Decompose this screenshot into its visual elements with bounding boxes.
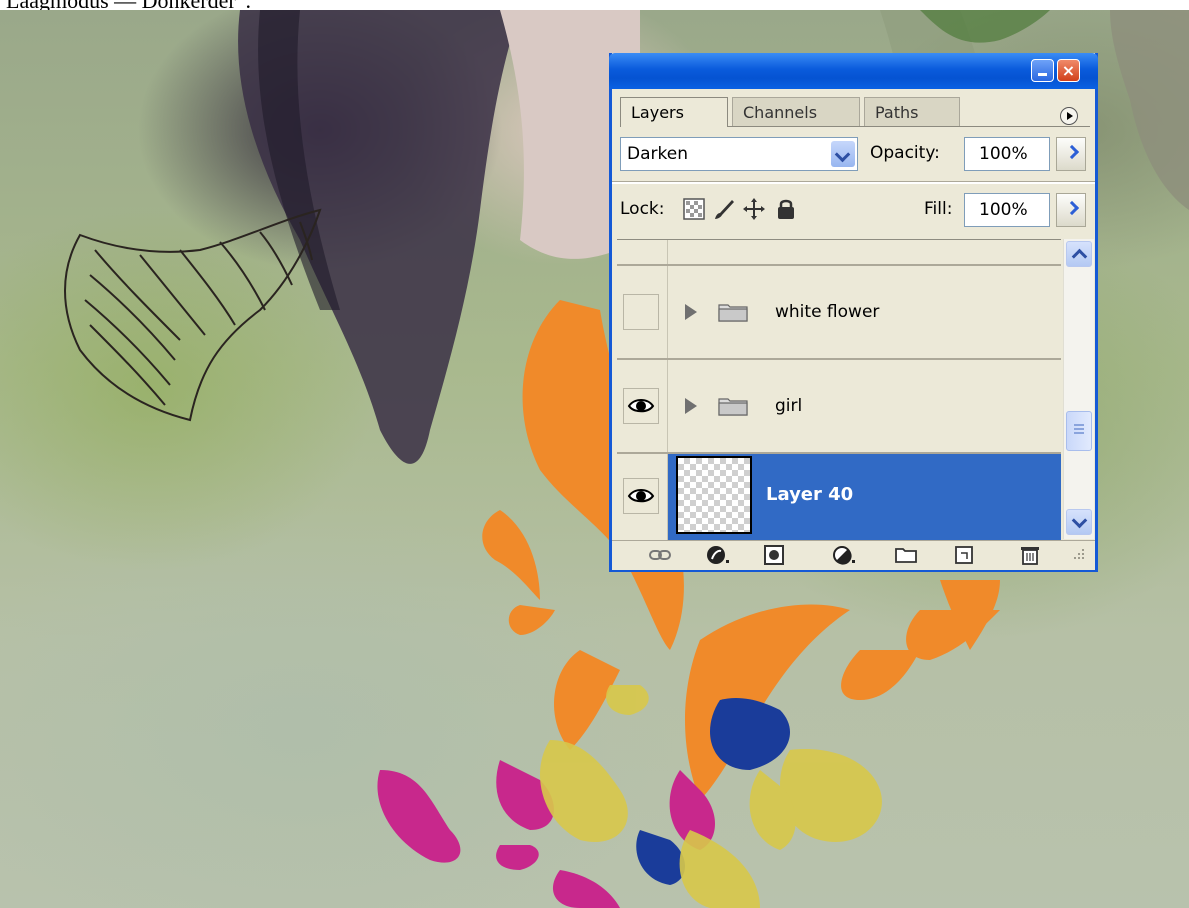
new-layer-icon[interactable] [952, 545, 976, 565]
delete-layer-icon[interactable] [1018, 545, 1042, 565]
opacity-slider-button[interactable] [1056, 137, 1086, 171]
visibility-toggle-on[interactable] [623, 388, 659, 424]
layer-name: Layer 40 [766, 484, 854, 505]
layers-list: white flower girl Layer 40 [617, 239, 1061, 540]
lock-row: Lock: Fill: 100% [620, 193, 1090, 227]
folder-icon [718, 304, 748, 322]
tab-channels[interactable]: Channels [732, 97, 860, 127]
panel-bottom-bar [612, 540, 1095, 570]
fill-value: 100% [979, 200, 1028, 220]
visibility-cell[interactable] [617, 360, 668, 452]
visibility-cell[interactable] [617, 454, 668, 540]
eye-icon [627, 399, 655, 413]
panel-tabs: Layers Channels Paths [620, 97, 1090, 127]
layer-style-icon[interactable] [706, 545, 730, 565]
visibility-toggle-off[interactable] [623, 294, 659, 330]
blend-mode-select[interactable]: Darken [620, 137, 858, 171]
layer-mask-icon[interactable] [762, 545, 786, 565]
adjustment-layer-icon[interactable] [832, 545, 856, 565]
fill-input[interactable]: 100% [964, 193, 1050, 227]
visibility-cell[interactable] [617, 240, 668, 264]
panel-menu-icon[interactable] [1060, 107, 1078, 125]
lock-position-icon[interactable] [742, 197, 766, 221]
folder-icon [718, 398, 748, 416]
divider [612, 181, 1095, 184]
blend-row: Darken Opacity: 100% [620, 137, 1090, 171]
layer-thumbnail[interactable] [676, 456, 752, 534]
visibility-cell[interactable] [617, 266, 668, 358]
lock-transparency-icon[interactable] [682, 197, 706, 221]
opacity-input[interactable]: 100% [964, 137, 1050, 171]
blend-mode-value: Darken [627, 144, 688, 164]
expand-triangle-icon[interactable] [685, 398, 697, 414]
layer-row-layer-40[interactable]: Layer 40 [617, 454, 1061, 540]
expand-triangle-icon[interactable] [685, 304, 697, 320]
chevron-down-icon[interactable] [831, 141, 855, 167]
lock-all-icon[interactable] [774, 197, 798, 221]
layer-row-partial[interactable] [617, 240, 1061, 266]
minimize-icon[interactable] [1031, 59, 1054, 82]
fill-slider-button[interactable] [1056, 193, 1086, 227]
close-icon[interactable]: × [1057, 59, 1080, 82]
scroll-down-button[interactable] [1066, 509, 1092, 535]
lock-label: Lock: [620, 199, 665, 219]
eye-icon [627, 489, 655, 503]
layers-panel: × Layers Channels Paths Darken Opacity: … [609, 53, 1098, 572]
layer-row-white-flower[interactable]: white flower [617, 266, 1061, 360]
layer-row-girl[interactable]: girl [617, 360, 1061, 454]
visibility-toggle-on[interactable] [623, 478, 659, 514]
link-layers-icon[interactable] [648, 545, 672, 565]
caption-strip: Laagmodus — Donkerder”. [0, 0, 1189, 10]
opacity-value: 100% [979, 144, 1028, 164]
lock-image-icon[interactable] [712, 197, 736, 221]
layer-name: white flower [775, 302, 880, 322]
fill-label: Fill: [924, 199, 953, 219]
tab-layers[interactable]: Layers [620, 97, 728, 127]
opacity-label: Opacity: [870, 143, 940, 163]
layers-scrollbar[interactable] [1063, 239, 1094, 539]
layer-name: girl [775, 396, 803, 416]
new-group-icon[interactable] [894, 545, 918, 565]
scroll-up-button[interactable] [1066, 241, 1092, 267]
resize-grip-icon[interactable] [1066, 545, 1088, 565]
scroll-thumb[interactable] [1066, 411, 1092, 451]
panel-titlebar[interactable]: × [609, 53, 1098, 89]
tab-paths[interactable]: Paths [864, 97, 960, 127]
caption-text: Laagmodus — Donkerder”. [6, 0, 251, 10]
